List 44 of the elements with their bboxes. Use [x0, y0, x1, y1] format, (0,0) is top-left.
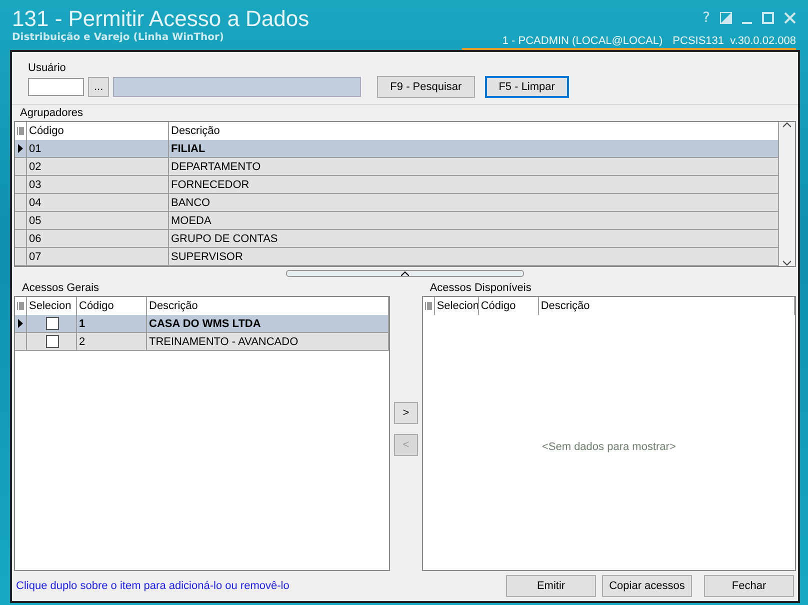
grid-row[interactable]: 04 BANCO — [15, 194, 779, 212]
row-pointer-icon — [18, 144, 23, 153]
table-cell: 2 — [77, 333, 147, 351]
lookup-button[interactable]: ... — [88, 77, 110, 97]
footer-button[interactable]: Copiar acessos — [602, 575, 692, 597]
group-title: Acessos Gerais — [21, 281, 100, 296]
grid-row[interactable]: 07 SUPERVISOR — [15, 248, 779, 266]
transfer-button[interactable]: > — [394, 402, 418, 424]
scroll-down-icon[interactable] — [783, 260, 791, 266]
grid-row[interactable]: 05 MOEDA — [15, 212, 779, 230]
column-header[interactable]: Código — [478, 297, 539, 315]
column-chooser-icon[interactable] — [424, 302, 432, 310]
group-title: Agrupadores — [19, 106, 84, 121]
action-button[interactable]: F9 - Pesquisar — [377, 76, 475, 98]
column-chooser-icon[interactable] — [17, 126, 24, 136]
window-title: 131 - Permitir Acesso a Dados — [12, 6, 310, 32]
table-cell: TREINAMENTO - AVANCADO — [147, 333, 389, 351]
column-header[interactable]: Descrição — [538, 297, 795, 315]
checkbox[interactable] — [46, 335, 59, 348]
grid-row[interactable]: 06 GRUPO DE CONTAS — [15, 230, 779, 248]
group-title: Acessos Disponíveis — [428, 281, 532, 296]
scroll-up-icon[interactable] — [783, 122, 791, 128]
action-button[interactable]: F5 - Limpar — [484, 76, 569, 98]
splitter-handle[interactable] — [286, 270, 524, 277]
footer-button[interactable]: Fechar — [704, 575, 794, 597]
grid-row[interactable]: 01 FILIAL — [15, 140, 779, 158]
window-subtitle: Distribuição e Varejo (Linha WinThor) — [12, 32, 225, 43]
session-info: 1 - PCADMIN (LOCAL@LOCAL) — [502, 35, 663, 47]
hint-text: Clique duplo sobre o item para adicioná-lo ou removê-lo — [16, 580, 290, 592]
grid-row[interactable]: 2 TREINAMENTO - AVANCADO — [15, 333, 389, 351]
grid-row[interactable]: 03 FORNECEDOR — [15, 176, 779, 194]
footer-button[interactable]: Emitir — [506, 575, 596, 597]
table-cell: 07 — [27, 248, 169, 266]
checkbox[interactable] — [46, 317, 59, 330]
grid-row[interactable]: 02 DEPARTAMENTO — [15, 158, 779, 176]
table-cell: SUPERVISOR — [169, 248, 779, 266]
column-chooser-icon[interactable] — [17, 302, 24, 310]
field-label: Usuário — [28, 62, 67, 74]
row-pointer-icon — [18, 319, 23, 328]
grid-row[interactable]: 1 CASA DO WMS LTDA — [15, 315, 389, 333]
empty-message: <Sem dados para mostrar> — [542, 441, 676, 453]
user-code-field[interactable] — [28, 78, 84, 96]
scrollbar[interactable] — [779, 122, 795, 266]
version-info: PCSIS131 v.30.0.02.008 — [672, 35, 796, 47]
